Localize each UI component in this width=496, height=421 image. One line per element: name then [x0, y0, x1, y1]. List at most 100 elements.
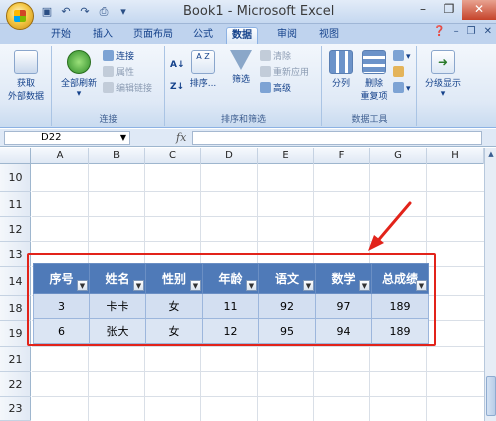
window-controls: – ❐ ✕ — [410, 0, 496, 20]
remove-dup-label2: 重复项 — [360, 92, 388, 102]
row-header-21[interactable]: 21 — [0, 347, 31, 372]
reapply-button[interactable]: 重新应用 — [260, 66, 309, 80]
get-external-data-button[interactable]: 获取 外部数据 — [6, 50, 46, 102]
outline-dropdown-icon[interactable]: ▾ — [420, 89, 466, 99]
refresh-all-label: 全部刷新 — [60, 79, 97, 89]
get-external-label1: 获取 — [16, 79, 35, 89]
ribbon-minimize-icon[interactable]: – — [454, 26, 459, 37]
tab-home[interactable]: 开始 — [46, 27, 76, 44]
connections-button[interactable]: 连接 — [103, 50, 134, 64]
row-header-22[interactable]: 22 — [0, 372, 31, 397]
data-validation-icon[interactable]: ▾ — [393, 50, 411, 64]
row-header-11[interactable]: 11 — [0, 192, 31, 217]
advanced-icon — [260, 82, 271, 93]
close-icon[interactable]: ✕ — [462, 0, 496, 20]
column-header-a[interactable]: A — [32, 148, 89, 164]
gridline — [32, 371, 484, 372]
office-logo-icon — [14, 10, 26, 22]
column-headers: A B C D E F G H — [0, 148, 496, 164]
what-if-icon[interactable]: ▾ — [393, 82, 411, 96]
edit-links-icon — [103, 82, 114, 93]
row-header-12[interactable]: 12 — [0, 217, 31, 242]
text-to-columns-icon — [329, 50, 353, 74]
select-all-corner[interactable] — [0, 148, 31, 164]
advanced-filter-button[interactable]: 高级 — [260, 82, 291, 96]
clear-filter-button[interactable]: 清除 — [260, 50, 291, 64]
filter-label: 筛选 — [231, 75, 250, 85]
filter-button[interactable]: 筛选 — [226, 50, 256, 85]
edit-links-button[interactable]: 编辑链接 — [103, 82, 152, 96]
insert-function-icon[interactable]: fx — [176, 131, 186, 144]
ribbon-restore-icon[interactable]: ❐ — [467, 26, 476, 37]
refresh-all-button[interactable]: 全部刷新 ▾ — [57, 50, 101, 99]
properties-icon — [103, 66, 114, 77]
scrollbar-thumb[interactable] — [486, 376, 496, 416]
sort-filter-group-label: 排序和筛选 — [220, 115, 266, 125]
sort-desc-button[interactable]: Z↓ — [170, 80, 184, 94]
tab-formulas[interactable]: 公式 — [188, 27, 218, 44]
refresh-dropdown-icon[interactable]: ▾ — [57, 89, 101, 99]
gridline — [32, 191, 484, 192]
text-to-columns-button[interactable]: 分列 — [327, 50, 355, 89]
validation-glyph — [393, 50, 404, 61]
filter-funnel-icon — [230, 50, 252, 70]
group-outline: ➜ 分级显示 ▾ — [418, 46, 468, 126]
gridline — [32, 346, 484, 347]
print-preview-icon[interactable]: ⎙ — [97, 5, 111, 19]
properties-label: 属性 — [116, 68, 135, 78]
advanced-label: 高级 — [273, 84, 292, 94]
minimize-icon[interactable]: – — [410, 0, 436, 20]
column-header-d[interactable]: D — [201, 148, 258, 164]
redo-icon[interactable]: ↷ — [78, 5, 92, 19]
tab-page-layout[interactable]: 页面布局 — [128, 27, 178, 44]
group-sort-filter: A↓ Z↓ A Z 排序... 筛选 清除 重新应用 高级 排序和筛选 — [166, 46, 322, 126]
quick-access-toolbar: ▣ ↶ ↷ ⎙ ▾ — [40, 4, 130, 20]
vertical-scrollbar[interactable]: ▲ — [484, 148, 496, 421]
remove-dup-label1: 删除 — [364, 79, 383, 89]
outline-label: 分级显示 — [424, 79, 461, 89]
column-header-h[interactable]: H — [427, 148, 484, 164]
customize-qat-icon[interactable]: ▾ — [116, 5, 130, 19]
row-header-10[interactable]: 10 — [0, 164, 31, 192]
ribbon-tabs: 开始 插入 页面布局 公式 数据 审阅 视图 — [0, 24, 496, 44]
office-button[interactable] — [6, 2, 34, 30]
formula-input[interactable] — [192, 131, 482, 145]
gridline — [32, 241, 484, 242]
sort-asc-button[interactable]: A↓ — [170, 58, 185, 72]
scroll-up-icon[interactable]: ▲ — [485, 148, 496, 160]
tab-insert[interactable]: 插入 — [88, 27, 118, 44]
column-header-g[interactable]: G — [370, 148, 427, 164]
ribbon: 获取 外部数据 全部刷新 ▾ 连接 属性 编辑链接 连接 A↓ Z↓ A Z 排… — [0, 44, 496, 128]
row-header-23[interactable]: 23 — [0, 397, 31, 421]
properties-button[interactable]: 属性 — [103, 66, 134, 80]
outline-button[interactable]: ➜ 分级显示 ▾ — [420, 50, 466, 99]
name-box-value: D22 — [41, 132, 62, 143]
what-if-glyph — [393, 82, 404, 93]
tab-view[interactable]: 视图 — [314, 27, 344, 44]
column-header-c[interactable]: C — [145, 148, 201, 164]
tab-data[interactable]: 数据 — [226, 27, 258, 44]
connections-icon — [103, 50, 114, 61]
help-icon[interactable]: ❓ — [433, 26, 445, 37]
column-header-e[interactable]: E — [258, 148, 314, 164]
undo-icon[interactable]: ↶ — [59, 5, 73, 19]
name-box-dropdown-icon[interactable]: ▼ — [120, 132, 126, 144]
reapply-label: 重新应用 — [273, 68, 310, 78]
restore-icon[interactable]: ❐ — [436, 0, 462, 20]
remove-duplicates-button[interactable]: 删除 重复项 — [357, 50, 391, 102]
connections-group-label: 连接 — [99, 115, 118, 125]
tab-review[interactable]: 审阅 — [272, 27, 302, 44]
clear-icon — [260, 50, 271, 61]
column-header-b[interactable]: B — [89, 148, 145, 164]
ribbon-close-icon[interactable]: ✕ — [484, 26, 492, 37]
annotation-highlight-box — [27, 253, 436, 346]
column-header-f[interactable]: F — [314, 148, 370, 164]
consolidate-icon[interactable] — [393, 66, 406, 80]
sort-button[interactable]: A Z 排序... — [188, 50, 218, 89]
name-box[interactable]: D22 ▼ — [4, 131, 130, 145]
connections-label: 连接 — [116, 52, 135, 62]
remove-duplicates-icon — [362, 50, 386, 74]
save-icon[interactable]: ▣ — [40, 5, 54, 19]
data-tools-group-label: 数据工具 — [351, 115, 388, 125]
title-bar: ▣ ↶ ↷ ⎙ ▾ Book1 - Microsoft Excel – ❐ ✕ — [0, 0, 496, 30]
